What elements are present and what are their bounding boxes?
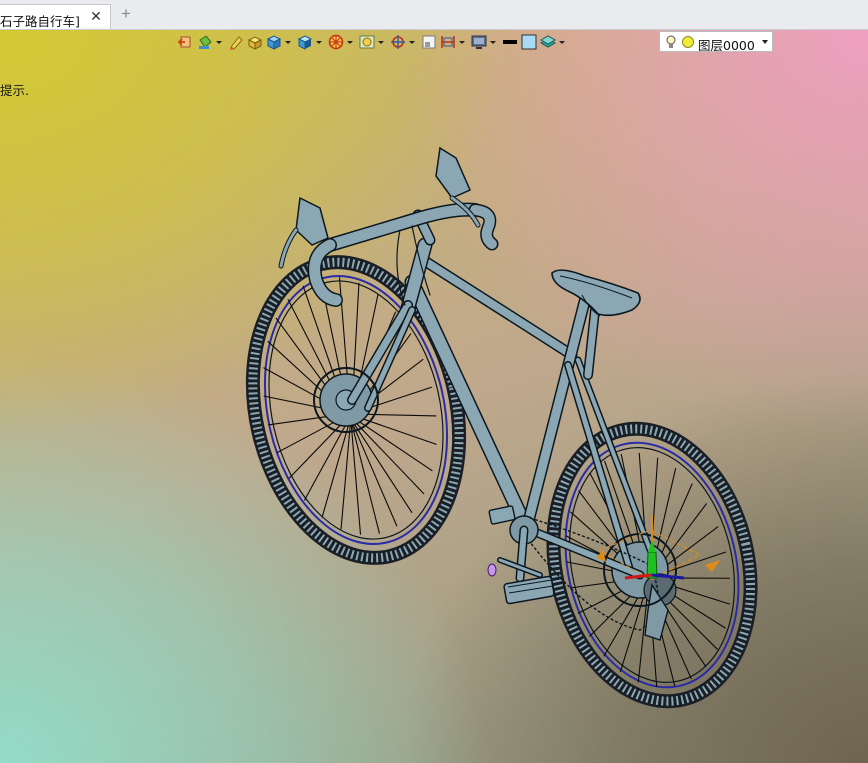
paint-dropdown-icon[interactable] bbox=[216, 34, 222, 50]
view-toolbar bbox=[178, 32, 571, 52]
wheel-dropdown-icon[interactable] bbox=[347, 34, 353, 50]
layer-name: 图层0000 bbox=[698, 38, 755, 53]
monitor-icon[interactable] bbox=[471, 34, 487, 50]
document-tab-title: 石子路自行车] bbox=[0, 14, 80, 29]
cube-yellow-icon[interactable] bbox=[247, 34, 263, 50]
cube-dropdown-icon[interactable] bbox=[285, 34, 291, 50]
line-style-icon[interactable] bbox=[502, 34, 518, 50]
measure-icon[interactable] bbox=[440, 34, 456, 50]
front-wheel bbox=[245, 255, 467, 565]
bicycle-model[interactable] bbox=[0, 30, 868, 763]
3d-viewport[interactable]: 提示. bbox=[0, 30, 868, 763]
render-dropdown-icon[interactable] bbox=[378, 34, 384, 50]
monitor-dropdown-icon[interactable] bbox=[490, 34, 496, 50]
pencil-icon[interactable] bbox=[228, 34, 244, 50]
wheel-view-icon[interactable] bbox=[328, 34, 344, 50]
section-dropdown-icon[interactable] bbox=[316, 34, 322, 50]
layer-stack-icon[interactable] bbox=[540, 34, 556, 50]
layer-color-icon[interactable] bbox=[682, 36, 694, 48]
document-tab[interactable]: 石子路自行车] ✕ bbox=[0, 4, 111, 29]
tab-bar: 石子路自行车] ✕ + bbox=[0, 0, 868, 30]
target-dropdown-icon[interactable] bbox=[409, 34, 415, 50]
lightbulb-icon[interactable] bbox=[666, 35, 676, 49]
render-mode-icon[interactable] bbox=[359, 34, 375, 50]
paint-bucket-icon[interactable] bbox=[197, 34, 213, 50]
cube-blue-icon[interactable] bbox=[266, 34, 282, 50]
add-tab-icon[interactable]: + bbox=[118, 5, 134, 23]
saddle bbox=[551, 269, 641, 317]
frame-icon[interactable] bbox=[421, 34, 437, 50]
chevron-down-icon[interactable] bbox=[762, 40, 768, 44]
target-icon[interactable] bbox=[390, 34, 406, 50]
close-icon[interactable]: ✕ bbox=[89, 8, 103, 24]
layer-select[interactable]: 图层0000 bbox=[659, 31, 773, 53]
measure-dropdown-icon[interactable] bbox=[459, 34, 465, 50]
color-swatch-icon[interactable] bbox=[521, 34, 537, 50]
section-cube-icon[interactable] bbox=[297, 34, 313, 50]
exit-sketch-icon[interactable] bbox=[178, 34, 194, 50]
layer-stack-dropdown-icon[interactable] bbox=[559, 34, 565, 50]
